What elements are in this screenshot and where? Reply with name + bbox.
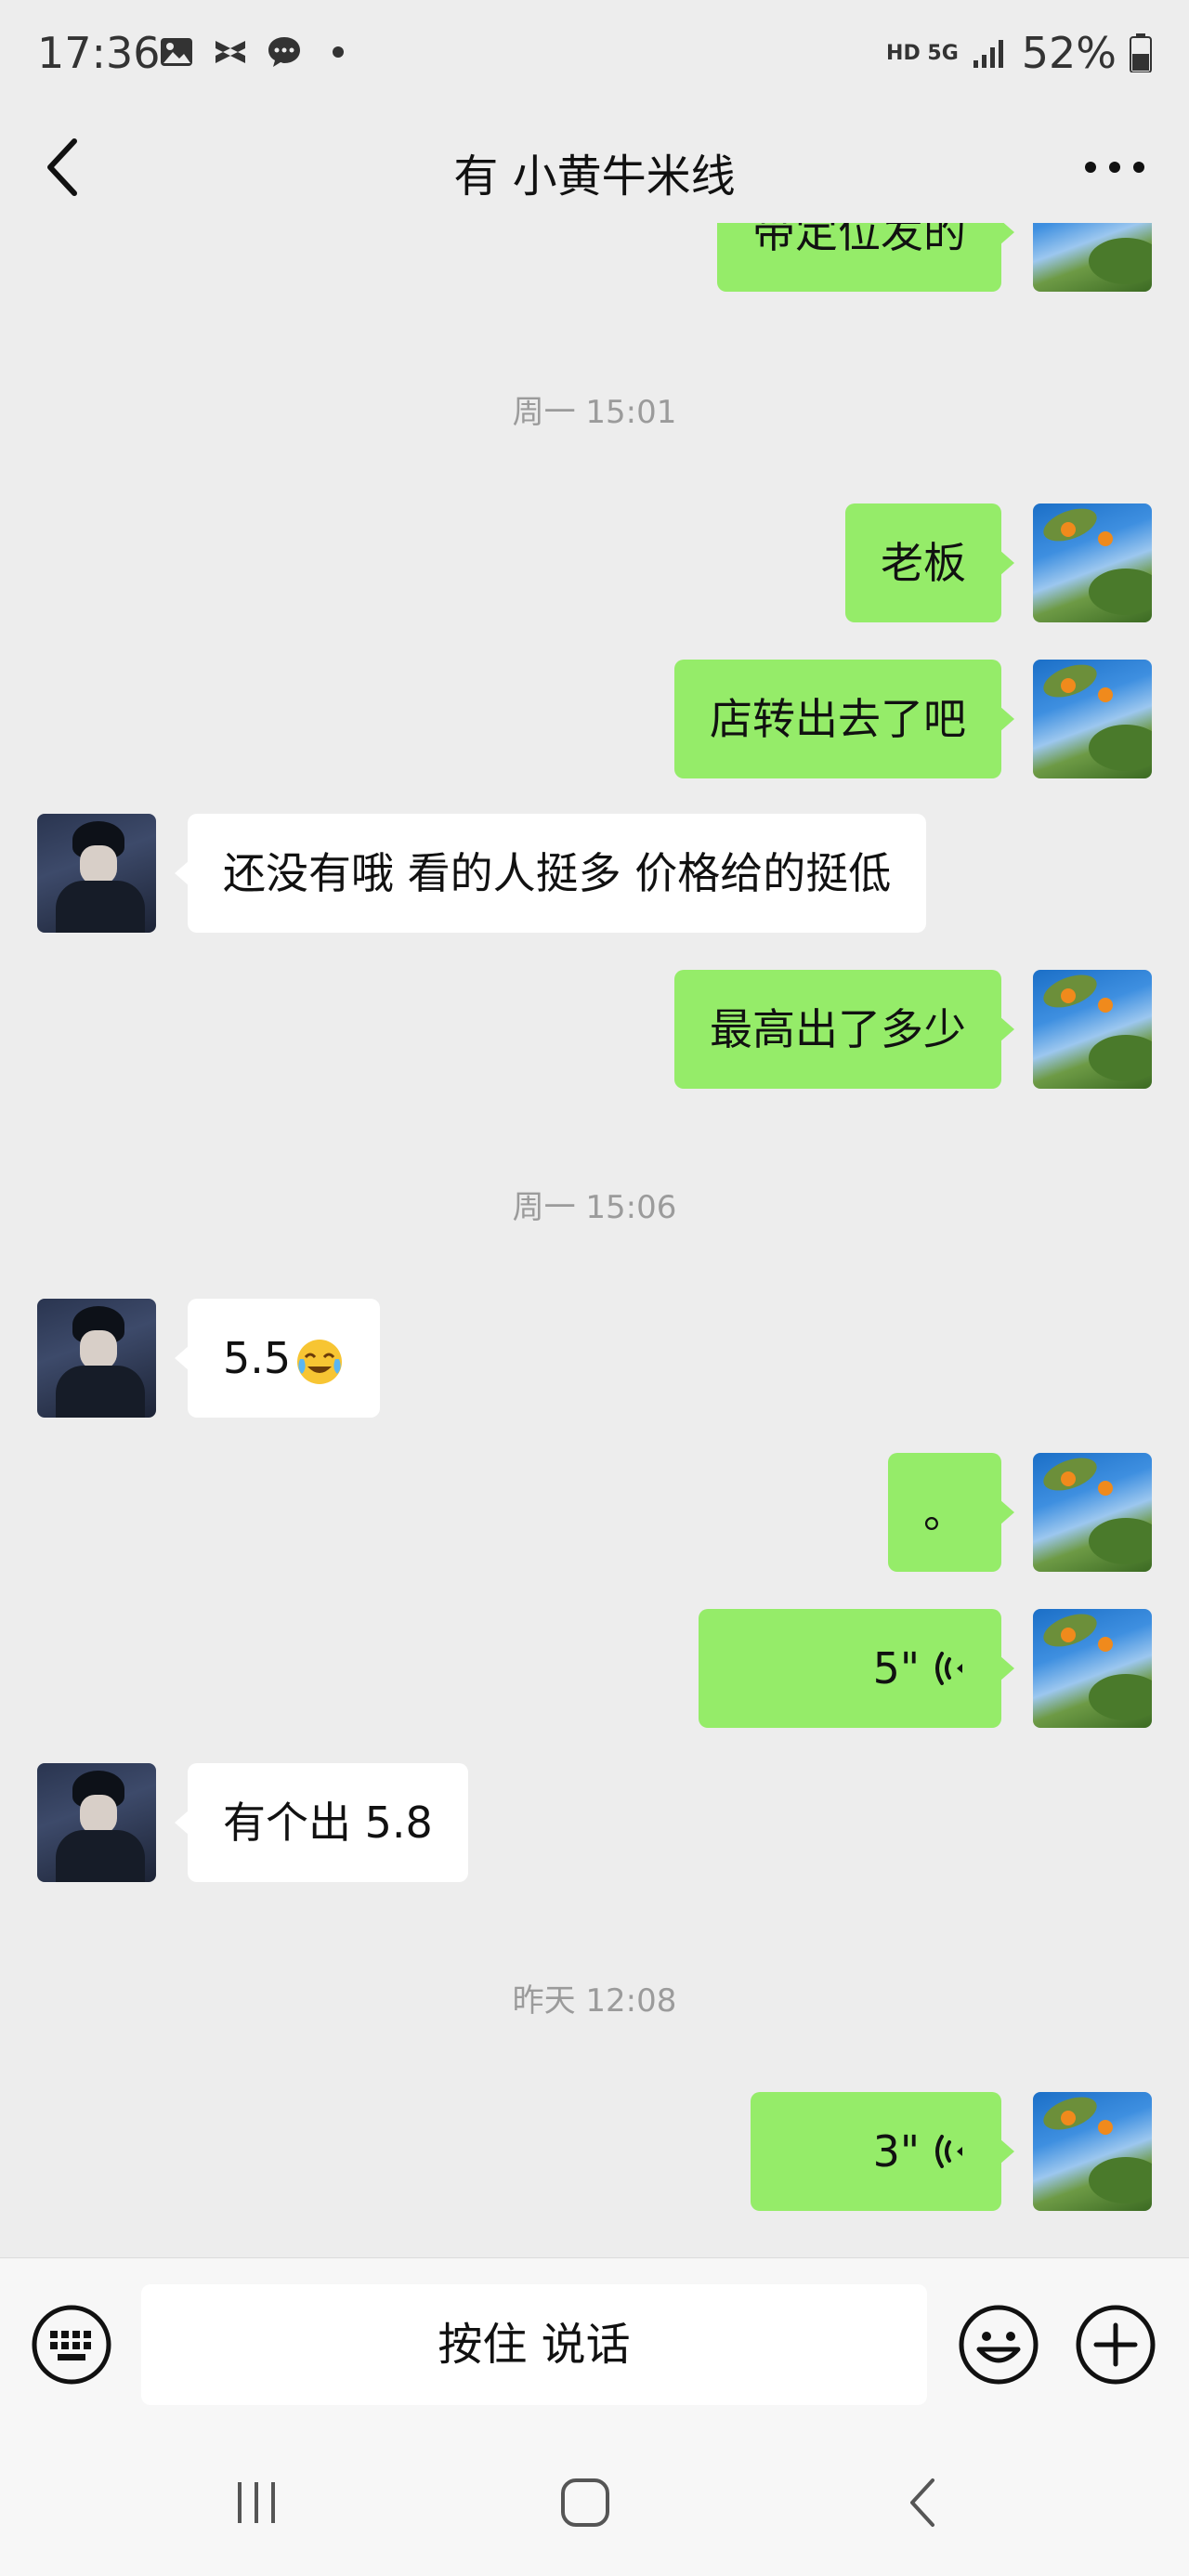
- chat-title: 有 小黄牛米线: [453, 150, 736, 203]
- message-bubble-sent[interactable]: 。: [888, 1453, 1014, 1572]
- chat-area[interactable]: 带定位发的 周一 15:01 老板 店转出去了吧 还没有哦 看的人挺多 价格给的…: [0, 223, 1189, 2257]
- input-bar: 按住 说话: [0, 2257, 1189, 2435]
- more-options-icon[interactable]: [1078, 139, 1152, 195]
- voice-duration: 5": [872, 1643, 920, 1693]
- voice-wave-icon: [935, 2135, 962, 2168]
- battery-percent: 52%: [1021, 28, 1117, 78]
- my-avatar[interactable]: [1033, 970, 1152, 1089]
- home-icon[interactable]: [557, 2475, 613, 2530]
- capcut-icon: [216, 41, 245, 63]
- my-avatar[interactable]: [1033, 1453, 1152, 1572]
- keyboard-icon[interactable]: [30, 2303, 113, 2386]
- gallery-icon: [161, 38, 192, 66]
- timestamp: 周一 15:01: [512, 394, 677, 431]
- my-avatar[interactable]: [1033, 503, 1152, 622]
- message-bubble-received[interactable]: 有个出 5.8: [175, 1763, 468, 1882]
- timestamp: 周一 15:06: [512, 1189, 677, 1226]
- hold-to-talk-button[interactable]: 按住 说话: [141, 2284, 927, 2405]
- contact-avatar[interactable]: [37, 1299, 156, 1418]
- message-bubble-sent[interactable]: 老板: [845, 503, 1014, 622]
- laugh-cry-emoji-icon: [297, 1339, 343, 1384]
- status-time: 17:36: [37, 28, 161, 78]
- contact-avatar[interactable]: [37, 814, 156, 933]
- notification-icons: [158, 33, 357, 71]
- message-text: 5.5: [223, 1333, 292, 1383]
- status-right: HD 5G 52%: [886, 28, 1152, 78]
- voice-duration: 3": [872, 2126, 920, 2177]
- network-indicator: HD 5G: [886, 41, 959, 65]
- status-bar: 17:36 HD 5G 52%: [0, 0, 1189, 111]
- voice-message-sent[interactable]: 3": [751, 2092, 1014, 2211]
- message-bubble-sent[interactable]: 带定位发的: [717, 223, 1014, 292]
- my-avatar[interactable]: [1033, 2092, 1152, 2211]
- message-bubble-sent[interactable]: 最高出了多少: [674, 970, 1014, 1089]
- message-bubble-received[interactable]: 还没有哦 看的人挺多 价格给的挺低: [174, 814, 927, 933]
- timestamp: 昨天 12:08: [512, 1982, 677, 2020]
- message-icon: [268, 37, 300, 67]
- dot-icon: [333, 46, 344, 58]
- battery-icon: [1130, 33, 1152, 72]
- plus-icon[interactable]: [1074, 2303, 1157, 2386]
- recent-apps-icon[interactable]: [229, 2475, 284, 2530]
- contact-avatar[interactable]: [37, 1763, 156, 1882]
- message-bubble-sent[interactable]: 店转出去了吧: [674, 660, 1014, 778]
- signal-icon: [973, 40, 1003, 68]
- my-avatar[interactable]: [1033, 660, 1152, 778]
- message-bubble-received[interactable]: 5.5: [174, 1299, 381, 1418]
- my-avatar[interactable]: [1033, 223, 1152, 292]
- voice-wave-icon: [935, 1652, 962, 1685]
- system-back-icon[interactable]: [897, 2475, 953, 2530]
- my-avatar[interactable]: [1033, 1609, 1152, 1728]
- emoji-icon[interactable]: [957, 2303, 1040, 2386]
- system-navigation-bar: [0, 2434, 1189, 2576]
- chat-header: 有 小黄牛米线: [0, 111, 1189, 223]
- voice-message-sent[interactable]: 5": [699, 1609, 1014, 1728]
